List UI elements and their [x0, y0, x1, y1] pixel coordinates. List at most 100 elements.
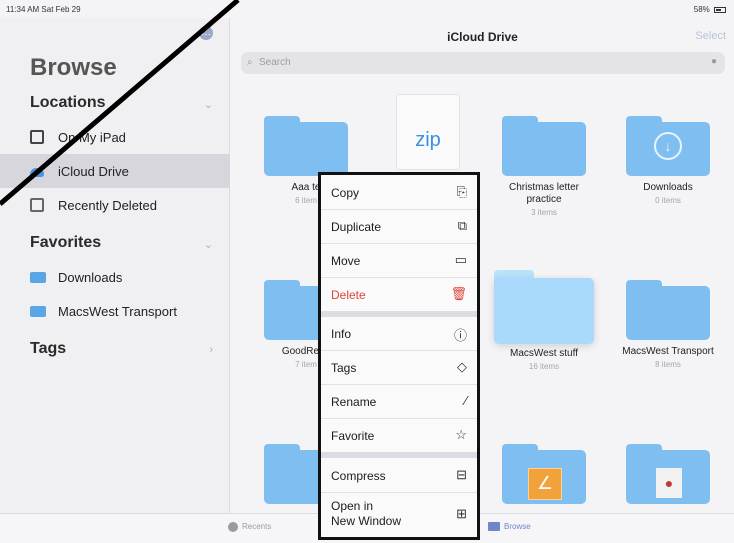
sidebar-item-label: MacsWest Transport	[58, 304, 177, 319]
trash-icon: 🗑	[450, 286, 467, 301]
menu-item-label: Rename	[331, 395, 377, 409]
tile-name: MacsWest Transport	[622, 346, 714, 357]
status-battery: 58%	[694, 5, 726, 14]
folder-icon: ↓	[626, 116, 710, 176]
menu-item-compress[interactable]: Compress ⊟	[321, 458, 477, 492]
favorites-header[interactable]: Favorites	[30, 234, 101, 252]
menu-item-label-line1: Open in	[331, 499, 374, 513]
file-browser: iCloud Drive Select ⌕ Search ●	[231, 18, 734, 513]
sidebar-item-on-my-ipad[interactable]: On My iPad	[0, 120, 230, 154]
sidebar-item-label: iCloud Drive	[58, 164, 129, 179]
paint-app-icon: ●	[656, 468, 682, 498]
folder-icon	[264, 116, 348, 176]
status-bar: 11:34 AM Sat Feb 29 58%	[0, 0, 734, 18]
page-title: iCloud Drive	[447, 30, 518, 44]
folder-outline-icon: ▭	[454, 252, 467, 267]
menu-item-favorite[interactable]: Favorite ☆	[321, 419, 477, 452]
ipad-icon	[30, 130, 44, 144]
menu-item-delete[interactable]: Delete 🗑	[321, 278, 477, 311]
menu-item-label-line2: New Window	[331, 514, 402, 528]
folder-tile[interactable]: ∠	[494, 444, 594, 504]
status-time: 11:34 AM Sat Feb 29	[6, 5, 81, 14]
folder-tile[interactable]: Christmas letter practice 3 items	[494, 116, 594, 217]
chevron-down-icon[interactable]: ⌄	[204, 98, 213, 111]
trash-icon	[30, 198, 44, 212]
pencil-icon: ⁄	[464, 393, 467, 408]
menu-item-copy[interactable]: Copy ⎘	[321, 175, 477, 209]
clock-icon	[228, 522, 238, 532]
menu-item-label: Copy	[331, 186, 360, 200]
menu-item-duplicate[interactable]: Duplicate ⧉	[321, 210, 477, 243]
folder-icon	[502, 116, 586, 176]
select-button[interactable]: Select	[695, 30, 726, 42]
menu-item-label: Move	[331, 254, 361, 268]
tag-icon: ◇	[457, 359, 467, 374]
tile-name: MacsWest stuff	[510, 348, 578, 359]
folder-icon	[488, 522, 500, 532]
zip-file-label: zip	[415, 129, 441, 151]
grid-icon: ⊞	[456, 506, 467, 521]
microphone-icon[interactable]: ●	[711, 56, 717, 67]
sidebar-item-icloud-drive[interactable]: iCloud Drive	[0, 154, 230, 188]
folder-icon: ∠	[502, 444, 586, 504]
info-icon: ⓘ	[453, 328, 467, 343]
battery-percent: 58%	[693, 5, 710, 14]
sidebar-item-downloads[interactable]: Downloads	[0, 260, 230, 294]
browse-title: Browse	[30, 54, 117, 81]
tile-count: 8 items	[655, 360, 681, 369]
menu-item-open-in-new-window[interactable]: Open in New Window ⊞	[321, 493, 477, 537]
sidebar: … Browse Locations ⌄ On My iPad iCloud D…	[0, 18, 230, 513]
menu-item-rename[interactable]: Rename ⁄	[321, 385, 477, 418]
star-icon: ☆	[455, 427, 467, 442]
copy-icon: ⎘	[456, 184, 467, 199]
tab-browse-label: Browse	[504, 522, 531, 531]
archive-icon: ⊟	[456, 467, 467, 482]
context-menu: Copy ⎘ Duplicate ⧉ Move ▭ Delete 🗑 Info …	[318, 172, 480, 540]
search-icon: ⌕	[247, 57, 253, 68]
sidebar-item-label: Downloads	[58, 270, 123, 285]
menu-item-label: Tags	[331, 361, 357, 375]
menu-item-label: Compress	[331, 469, 386, 483]
lifted-folder[interactable]	[494, 270, 594, 344]
sidebar-more-icon[interactable]: …	[199, 26, 213, 40]
menu-item-label: Favorite	[331, 429, 375, 443]
menu-item-label: Delete	[331, 288, 366, 302]
tile-count: 16 items	[528, 362, 560, 371]
folder-tile[interactable]: MacsWest Transport 8 items	[618, 280, 718, 369]
folder-tile-downloads[interactable]: ↓ Downloads 0 items	[618, 116, 718, 205]
menu-item-move[interactable]: Move ▭	[321, 244, 477, 277]
sidebar-item-macswest-transport[interactable]: MacsWest Transport	[0, 294, 230, 328]
tab-browse[interactable]: Browse	[488, 522, 531, 532]
zip-file-tile[interactable]: zip	[396, 94, 460, 170]
tile-name: Christmas letter practice	[508, 182, 579, 205]
menu-item-info[interactable]: Info ⓘ	[321, 317, 477, 350]
tile-count: 0 items	[655, 196, 681, 205]
search-placeholder: Search	[259, 57, 291, 68]
battery-icon	[714, 6, 726, 13]
sidebar-item-recently-deleted[interactable]: Recently Deleted	[0, 188, 230, 222]
menu-item-label: Open in New Window	[331, 499, 401, 529]
download-icon: ↓	[654, 132, 682, 160]
chevron-right-icon[interactable]: ›	[209, 344, 213, 356]
menu-item-label: Info	[331, 327, 352, 341]
tags-header[interactable]: Tags	[30, 340, 66, 358]
icloud-icon	[30, 168, 44, 177]
folder-tile-label: MacsWest stuff 16 items	[494, 348, 594, 371]
locations-header[interactable]: Locations	[30, 94, 106, 112]
tile-count: 3 items	[531, 208, 557, 217]
menu-item-label: Duplicate	[331, 220, 382, 234]
tab-recents[interactable]: Recents	[228, 522, 271, 532]
pages-app-icon: ∠	[528, 468, 562, 500]
sidebar-item-label: Recently Deleted	[58, 198, 157, 213]
menu-item-tags[interactable]: Tags ◇	[321, 351, 477, 384]
sidebar-item-label: On My iPad	[58, 130, 126, 145]
folder-icon: ●	[626, 444, 710, 504]
chevron-down-icon[interactable]: ⌄	[204, 238, 213, 251]
search-input[interactable]: ⌕ Search ●	[241, 52, 725, 74]
folder-tile[interactable]: ●	[618, 444, 718, 504]
tab-recents-label: Recents	[242, 522, 272, 532]
duplicate-icon: ⧉	[457, 218, 467, 233]
folder-icon	[30, 306, 46, 317]
folder-icon	[626, 280, 710, 340]
tile-name: Downloads	[643, 182, 693, 193]
